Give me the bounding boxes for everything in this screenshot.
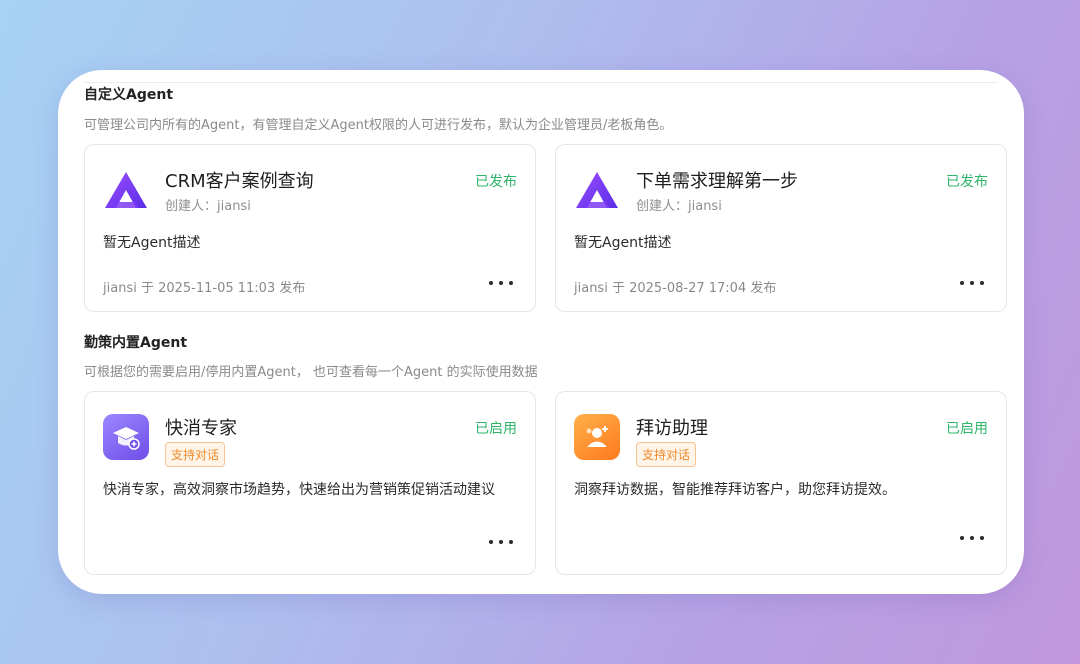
agent-status-enabled[interactable]: 已启用 (475, 418, 517, 438)
agent-card-crm[interactable]: CRM客户案例查询 创建人：jiansi 已发布 暂无Agent描述 jians… (84, 144, 536, 312)
agent-card-title: 下单需求理解第一步 (636, 171, 798, 192)
agent-management-panel: 自定义Agent 可管理公司内所有的Agent，有管理自定义Agent权限的人可… (58, 70, 1024, 594)
top-divider (84, 82, 998, 83)
agent-card-title: 快消专家 (165, 418, 237, 439)
agent-card-title: CRM客户案例查询 (165, 171, 314, 192)
supports-chat-badge: 支持对话 (636, 442, 697, 467)
agent-card-title: 拜访助理 (636, 418, 708, 439)
agent-card-visit-assistant[interactable]: 拜访助理 支持对话 已启用 洞察拜访数据，智能推荐拜访客户，助您拜访提效。 (555, 391, 1007, 575)
agent-card-fmcg-expert[interactable]: 快消专家 支持对话 已启用 快消专家，高效洞察市场趋势，快速给出为营销策促销活动… (84, 391, 536, 575)
agent-card-description: 快消专家，高效洞察市场趋势，快速给出为营销策促销活动建议 (103, 482, 495, 498)
agent-card-creator: 创建人：jiansi (636, 199, 722, 214)
more-options-icon[interactable] (489, 275, 513, 291)
agent-logo-icon (574, 167, 620, 213)
agent-status-published: 已发布 (475, 174, 517, 190)
agent-card-description: 暂无Agent描述 (574, 235, 672, 251)
agent-card-description: 洞察拜访数据，智能推荐拜访客户，助您拜访提效。 (574, 482, 896, 498)
agent-status-published: 已发布 (946, 174, 988, 190)
agent-card-publish-meta: jiansi 于 2025-08-27 17:04 发布 (574, 281, 777, 296)
more-options-icon[interactable] (960, 275, 984, 291)
graduation-cap-icon (103, 414, 149, 460)
visit-person-icon (574, 414, 620, 460)
agent-card-description: 暂无Agent描述 (103, 235, 201, 251)
more-options-icon[interactable] (960, 530, 984, 546)
builtin-agent-section-title: 勤策内置Agent (84, 335, 188, 351)
agent-card-creator: 创建人：jiansi (165, 199, 251, 214)
agent-status-enabled[interactable]: 已启用 (946, 418, 988, 438)
agent-card-order-demand[interactable]: 下单需求理解第一步 创建人：jiansi 已发布 暂无Agent描述 jians… (555, 144, 1007, 312)
agent-card-publish-meta: jiansi 于 2025-11-05 11:03 发布 (103, 281, 306, 296)
agent-logo-icon (103, 167, 149, 213)
builtin-agent-section-description: 可根据您的需要启用/停用内置Agent， 也可查看每一个Agent 的实际使用数… (84, 365, 538, 380)
custom-agent-section-title: 自定义Agent (84, 87, 174, 103)
more-options-icon[interactable] (489, 534, 513, 550)
custom-agent-section-description: 可管理公司内所有的Agent，有管理自定义Agent权限的人可进行发布，默认为企… (84, 118, 673, 133)
supports-chat-badge: 支持对话 (165, 442, 226, 467)
